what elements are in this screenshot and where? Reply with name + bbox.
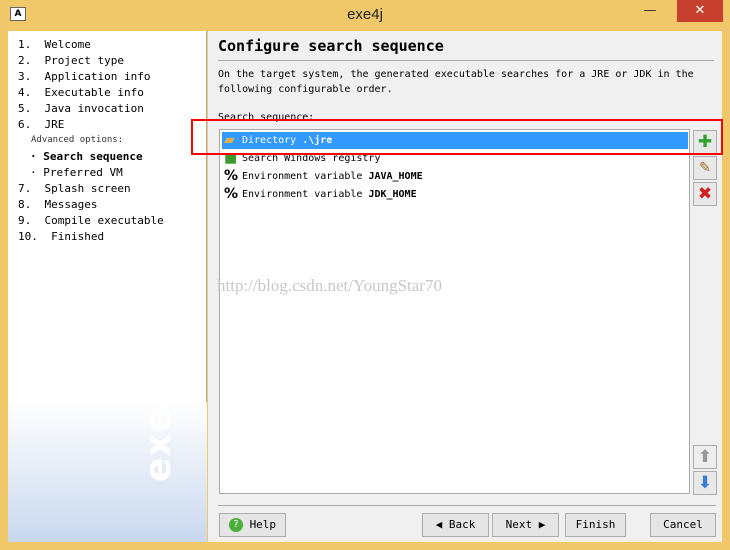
delete-icon: ✖ (697, 184, 713, 204)
step-messages[interactable]: 8. Messages (18, 198, 97, 211)
edit-icon: ✎ (699, 160, 711, 176)
search-sequence-list[interactable]: ▰ Directory .\jre ■ Search Windows registr… (219, 129, 690, 494)
step-java-invocation[interactable]: 5. Java invocation (18, 102, 144, 115)
percent-icon: % (224, 168, 239, 184)
window-title: exe4j (347, 6, 383, 23)
step-jre[interactable]: 6. JRE (18, 118, 64, 131)
help-button[interactable]: ? Help (219, 513, 286, 537)
step-finished[interactable]: 10. Finished (18, 230, 104, 243)
step-project-type[interactable]: 2. Project type (18, 54, 124, 67)
highlight-annotation (191, 119, 723, 155)
divider (218, 60, 714, 61)
move-up-button[interactable]: ⬆ (693, 445, 717, 469)
title-bar: A exe4j — ✕ (0, 0, 730, 30)
step-search-sequence[interactable]: · Search sequence (30, 150, 143, 163)
exe4j-logo: exe4j (8, 368, 207, 542)
back-button[interactable]: ◀ Back (422, 513, 489, 537)
advanced-options-label: Advanced options: (31, 135, 124, 145)
step-executable-info[interactable]: 4. Executable info (18, 86, 144, 99)
page-title: Configure search sequence (218, 37, 444, 55)
finish-button[interactable]: Finish (565, 513, 626, 537)
watermark: http://blog.csdn.net/YoungStar70 (217, 276, 442, 295)
description: On the target system, the generated exec… (218, 69, 694, 95)
edit-button[interactable]: ✎ (693, 156, 717, 180)
remove-button[interactable]: ✖ (693, 182, 717, 206)
back-arrow-icon: ◀ (435, 518, 443, 531)
minimize-button[interactable]: — (636, 0, 664, 22)
arrow-down-icon: ⬇ (697, 473, 713, 493)
list-item[interactable]: % Environment variable JDK_HOME (222, 186, 688, 203)
step-compile-executable[interactable]: 9. Compile executable (18, 214, 164, 227)
next-button[interactable]: Next ▶ (492, 513, 559, 537)
close-button[interactable]: ✕ (677, 0, 723, 22)
help-icon: ? (228, 518, 243, 532)
percent-icon: % (224, 186, 239, 202)
step-preferred-vm[interactable]: · Preferred VM (30, 166, 123, 179)
step-welcome[interactable]: 1. Welcome (18, 38, 91, 51)
step-application-info[interactable]: 3. Application info (18, 70, 150, 83)
next-arrow-icon: ▶ (538, 518, 546, 531)
divider (218, 505, 716, 506)
move-down-button[interactable]: ⬇ (693, 471, 717, 495)
wizard-steps-sidebar: exe4j 1. Welcome 2. Project type 3. Appl… (8, 31, 207, 542)
list-item[interactable]: % Environment variable JAVA_HOME (222, 168, 688, 185)
arrow-up-icon: ⬆ (697, 447, 713, 467)
cancel-button[interactable]: Cancel (650, 513, 716, 537)
step-splash-screen[interactable]: 7. Splash screen (18, 182, 131, 195)
